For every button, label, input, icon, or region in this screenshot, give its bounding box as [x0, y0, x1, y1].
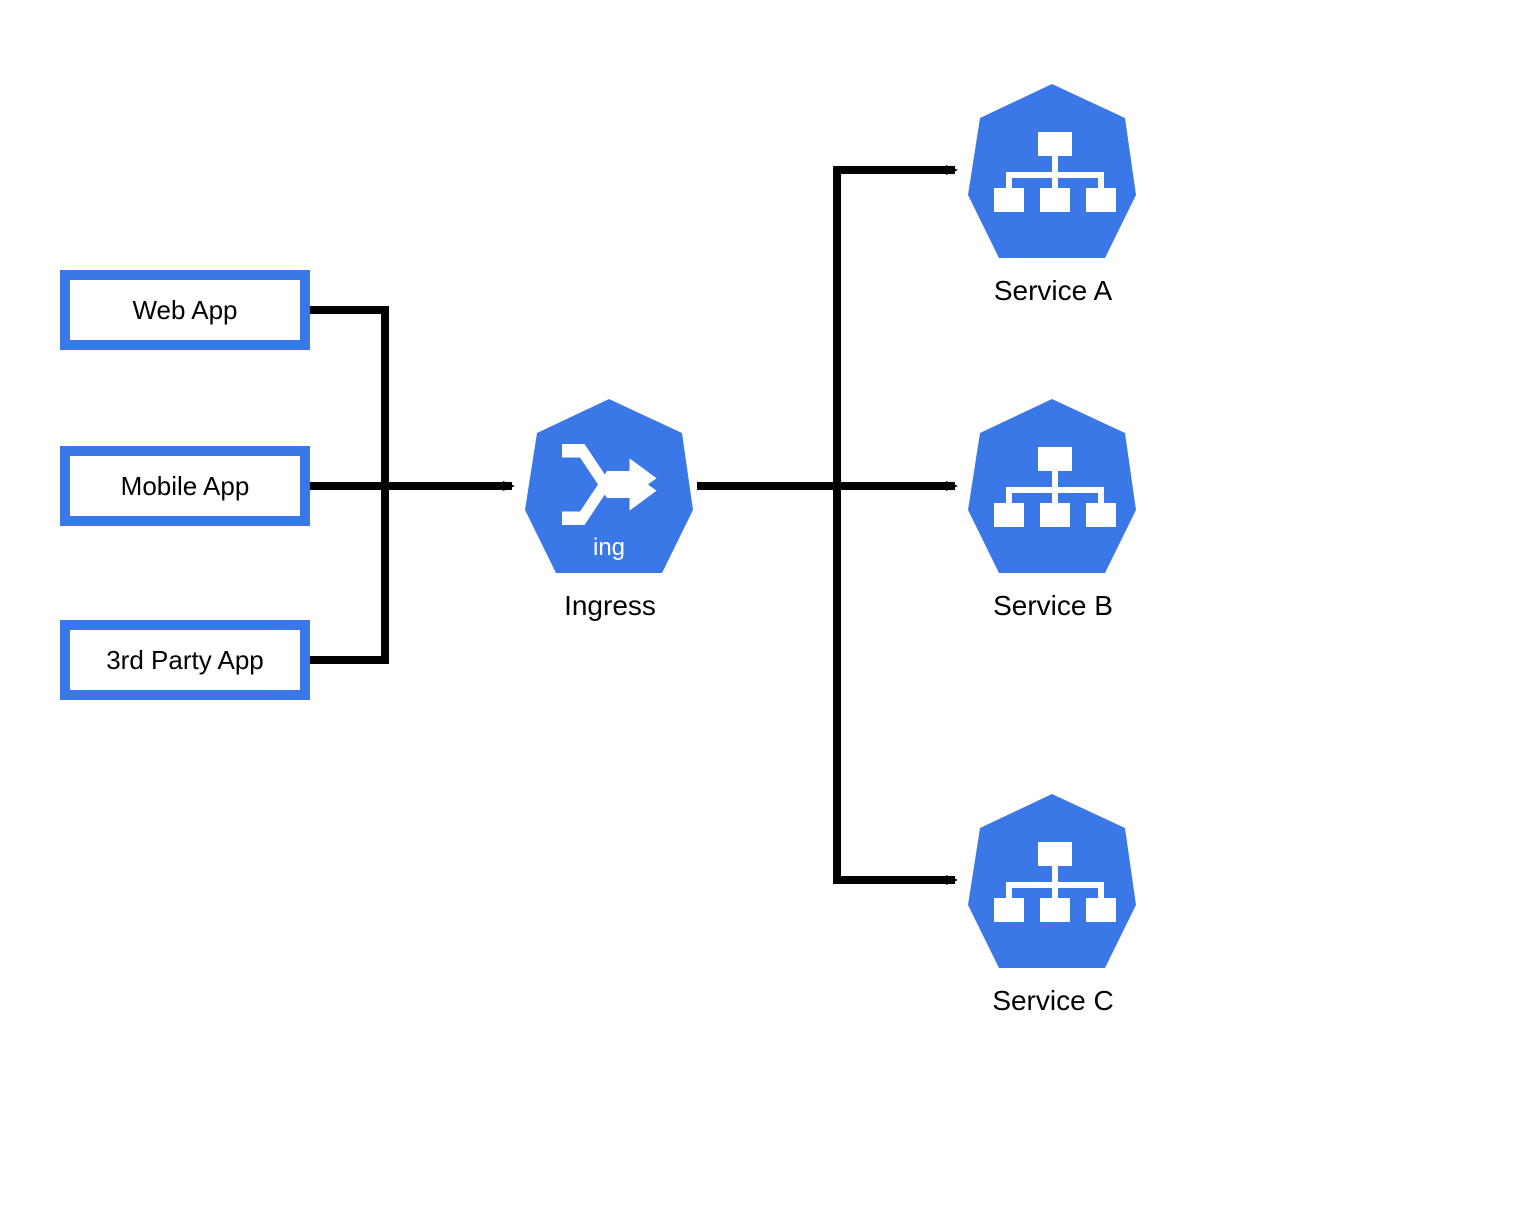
service-label-c: Service C	[988, 985, 1118, 1017]
heptagon-icon	[965, 395, 1140, 580]
heptagon-icon	[965, 790, 1140, 975]
ingress-label: Ingress	[555, 590, 665, 622]
service-label-a: Service A	[988, 275, 1118, 307]
service-label-b: Service B	[988, 590, 1118, 622]
ingress-node: ing	[522, 395, 697, 585]
ingress-icon-text: ing	[593, 534, 625, 561]
client-label: 3rd Party App	[106, 645, 264, 676]
client-label: Mobile App	[121, 471, 250, 502]
connectors-layer	[0, 0, 1521, 1219]
client-box-web-app: Web App	[60, 270, 310, 350]
service-node-c	[965, 790, 1140, 980]
client-box-third-party-app: 3rd Party App	[60, 620, 310, 700]
client-label: Web App	[132, 295, 237, 326]
heptagon-icon: ing	[522, 395, 697, 580]
heptagon-icon	[965, 80, 1140, 265]
service-node-a	[965, 80, 1140, 270]
service-node-b	[965, 395, 1140, 585]
client-box-mobile-app: Mobile App	[60, 446, 310, 526]
